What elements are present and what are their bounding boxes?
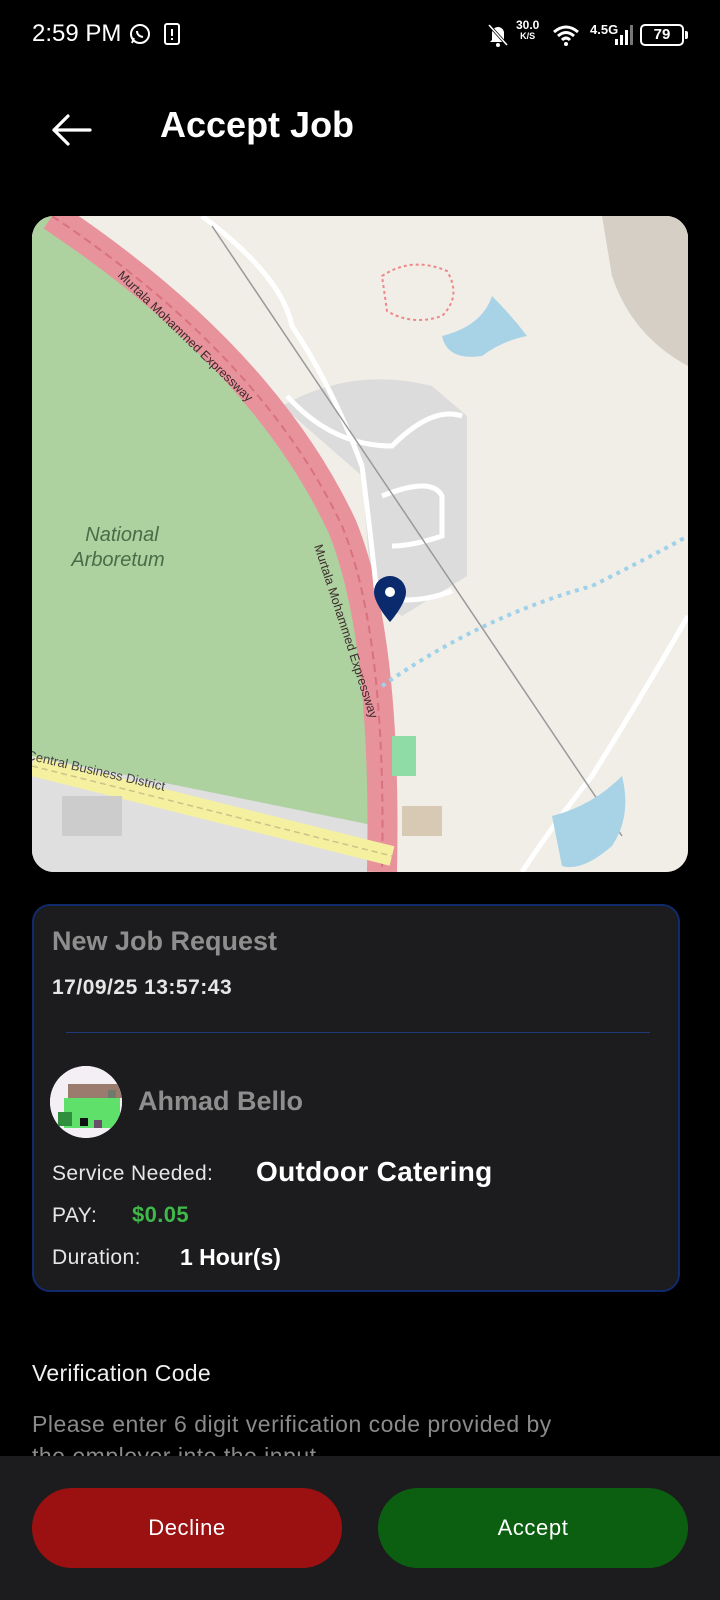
battery-indicator: 79 (640, 24, 688, 46)
map-label-park-2: Arboretum (70, 549, 164, 571)
page-title: Accept Job (160, 104, 355, 145)
network-speed-unit: K/S (520, 31, 536, 41)
arrow-left-icon (52, 114, 92, 146)
pay-label: PAY: (52, 1204, 98, 1227)
card-divider (66, 1032, 650, 1033)
employer-name: Ahmad Bello (138, 1086, 304, 1116)
service-label: Service Needed: (52, 1162, 214, 1185)
decline-button[interactable]: Decline (32, 1488, 342, 1568)
employer-avatar (50, 1066, 122, 1138)
accept-button[interactable]: Accept (378, 1488, 688, 1568)
notifications-off-icon (486, 22, 510, 53)
job-request-card: New Job Request 17/09/25 13:57:43 Ahmad … (32, 904, 680, 1292)
map-label-park: National (85, 524, 159, 546)
wifi-icon (552, 24, 580, 51)
job-location-map[interactable]: National Arboretum Murtala Mohammed Expr… (32, 216, 688, 872)
verification-title: Verification Code (32, 1360, 211, 1386)
status-time: 2:59 PM (32, 20, 122, 47)
back-button[interactable] (48, 106, 96, 154)
whatsapp-icon (128, 22, 152, 51)
duration-label: Duration: (52, 1246, 141, 1269)
service-value: Outdoor Catering (256, 1156, 493, 1187)
sim-alert-icon (162, 22, 182, 51)
network-speed: 30.0 K/S (516, 18, 540, 42)
job-timestamp: 17/09/25 13:57:43 (52, 976, 233, 999)
signal-icon (614, 24, 636, 51)
action-bar: Decline Accept (0, 1456, 720, 1600)
job-card-heading: New Job Request (52, 926, 278, 956)
pay-value: $0.05 (132, 1202, 190, 1227)
network-speed-value: 30.0 (516, 18, 540, 32)
duration-value: 1 Hour(s) (180, 1244, 281, 1270)
status-bar: 2:59 PM 30.0 K/S 4.5G 79 (0, 0, 720, 72)
